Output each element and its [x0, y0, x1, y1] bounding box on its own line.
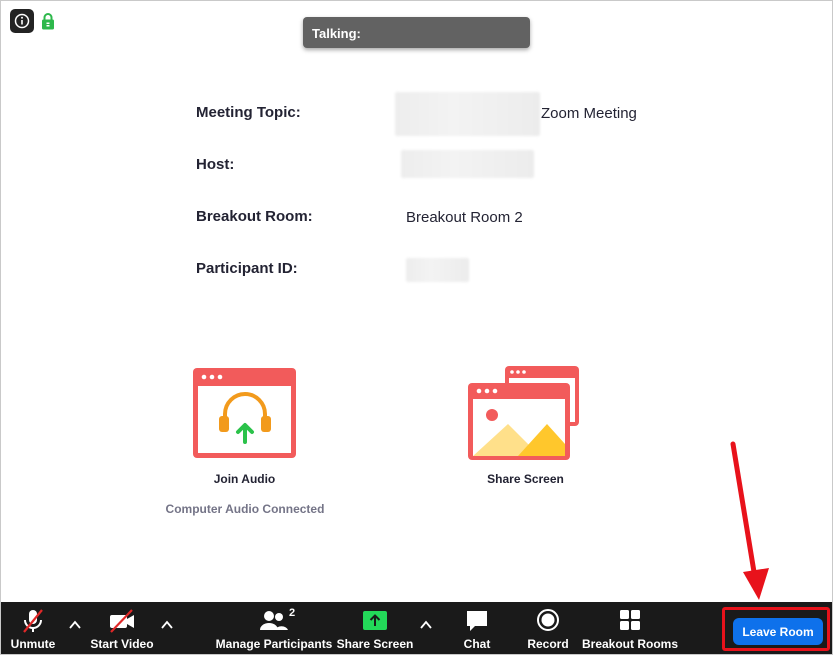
unmute-button[interactable]: Unmute	[7, 602, 59, 654]
video-off-icon	[110, 609, 134, 633]
record-icon	[537, 609, 559, 631]
caret-up-icon[interactable]	[66, 616, 84, 634]
meeting-toolbar: Unmute Start Video Manage Participants 2…	[1, 602, 832, 654]
caret-up-icon[interactable]	[417, 616, 435, 634]
info-icon[interactable]	[10, 9, 34, 33]
record-label: Record	[527, 637, 569, 651]
participants-icon	[260, 611, 288, 630]
unmute-label: Unmute	[10, 637, 56, 651]
talking-label: Talking:	[312, 26, 361, 41]
breakout-rooms-label: Breakout Rooms	[581, 637, 679, 651]
share-screen-card-button[interactable]	[468, 366, 580, 460]
share-screen-label: Share Screen	[336, 637, 414, 651]
chat-button[interactable]: Chat	[457, 602, 497, 654]
meeting-topic-label: Meeting Topic:	[196, 104, 301, 121]
share-screen-icon	[363, 611, 387, 630]
share-screen-card-label[interactable]: Share Screen	[468, 472, 583, 486]
headset-icon	[193, 368, 296, 458]
caret-up-icon[interactable]	[158, 616, 176, 634]
redacted-host	[401, 150, 534, 178]
breakout-room-label: Breakout Room:	[196, 208, 313, 225]
join-audio-status: Computer Audio Connected	[165, 502, 325, 516]
chat-label: Chat	[463, 637, 491, 651]
share-screen-button[interactable]: Share Screen	[336, 602, 414, 654]
participants-count-badge: 2	[289, 607, 296, 619]
microphone-muted-icon	[23, 609, 43, 633]
redacted-topic	[395, 92, 540, 136]
chat-icon	[467, 611, 487, 631]
picture-icon	[468, 366, 579, 460]
manage-participants-label: Manage Participants	[215, 637, 333, 651]
breakout-rooms-button[interactable]: Breakout Rooms	[581, 602, 679, 654]
start-video-button[interactable]: Start Video	[89, 602, 155, 654]
manage-participants-button[interactable]: Manage Participants	[216, 602, 332, 654]
meeting-topic-value: Zoom Meeting	[541, 105, 637, 122]
join-audio-label[interactable]: Join Audio	[193, 472, 296, 486]
talking-indicator: Talking:	[303, 17, 530, 48]
join-audio-button[interactable]	[193, 368, 296, 458]
breakout-room-value: Breakout Room 2	[406, 209, 523, 226]
start-video-label: Start Video	[90, 637, 154, 651]
leave-room-button[interactable]: Leave Room	[733, 618, 823, 645]
participant-id-label: Participant ID:	[196, 260, 298, 277]
redacted-participant-id	[406, 258, 469, 282]
breakout-rooms-icon	[620, 610, 640, 630]
record-button[interactable]: Record	[527, 602, 569, 654]
lock-icon[interactable]	[41, 12, 55, 30]
host-label: Host:	[196, 156, 235, 173]
leave-room-highlight: Leave Room	[722, 607, 830, 651]
